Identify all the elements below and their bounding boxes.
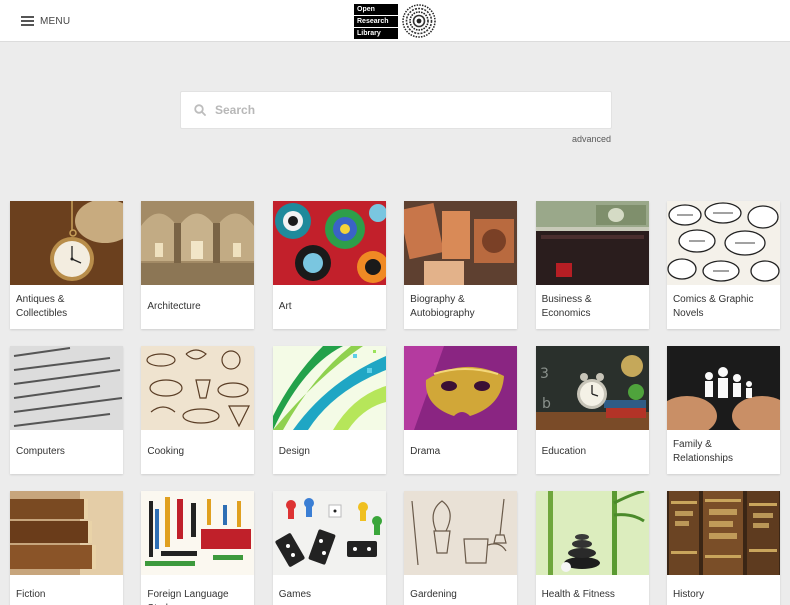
menu-button[interactable]: MENU bbox=[21, 13, 70, 29]
category-image bbox=[141, 201, 255, 285]
category-label: Drama bbox=[410, 446, 441, 457]
category-label: Business & Economics bbox=[541, 294, 592, 319]
category-image bbox=[272, 201, 386, 285]
category-image bbox=[141, 491, 255, 575]
logo-word-open: Open bbox=[354, 3, 398, 15]
advanced-search-link[interactable]: advanced bbox=[572, 134, 611, 144]
logo-word-library: Library bbox=[354, 27, 398, 39]
category-grid: Antiques & Collectibles Architecture Art… bbox=[10, 201, 780, 605]
top-bar: MENU Open Research Library bbox=[0, 0, 790, 42]
logo-wordmark: Open Research Library bbox=[354, 3, 398, 39]
spiral-logo-icon bbox=[402, 4, 436, 38]
category-image bbox=[10, 201, 123, 285]
category-tile[interactable]: Cooking bbox=[141, 346, 255, 474]
category-image bbox=[535, 201, 649, 285]
category-image: 3 b bbox=[535, 346, 649, 430]
category-image bbox=[272, 491, 386, 575]
category-tile[interactable]: Design bbox=[272, 346, 386, 474]
svg-text:3: 3 bbox=[540, 366, 549, 382]
category-tile[interactable]: Health & Fitness bbox=[535, 491, 649, 605]
category-label: Cooking bbox=[147, 446, 185, 457]
category-tile[interactable]: 3 b Education bbox=[535, 346, 649, 474]
menu-label: MENU bbox=[40, 15, 71, 27]
category-tile[interactable]: Business & Economics bbox=[535, 201, 649, 329]
category-image bbox=[535, 491, 649, 575]
category-tile[interactable]: Comics & Graphic Novels bbox=[666, 201, 780, 329]
search-bar bbox=[180, 91, 612, 129]
category-label: Family & Relationships bbox=[672, 439, 733, 464]
category-label: Art bbox=[278, 301, 292, 312]
category-image bbox=[666, 346, 780, 430]
category-image bbox=[10, 491, 123, 575]
category-label: Antiques & Collectibles bbox=[16, 294, 68, 319]
search-icon bbox=[194, 104, 206, 116]
category-image bbox=[404, 346, 518, 430]
category-tile[interactable]: Gardening bbox=[404, 491, 518, 605]
category-tile[interactable]: Games bbox=[272, 491, 386, 605]
category-label: Education bbox=[541, 446, 587, 457]
category-tile[interactable]: Drama bbox=[404, 346, 518, 474]
site-logo[interactable]: Open Research Library bbox=[354, 1, 437, 41]
category-image bbox=[404, 201, 518, 285]
search-input[interactable] bbox=[215, 103, 595, 117]
category-label: Gardening bbox=[410, 589, 457, 600]
category-image bbox=[666, 491, 780, 575]
category-label: Games bbox=[278, 589, 312, 600]
category-image bbox=[141, 346, 255, 430]
category-image bbox=[404, 491, 518, 575]
category-label: Architecture bbox=[147, 301, 201, 312]
category-label: Health & Fitness bbox=[541, 589, 615, 600]
category-tile[interactable]: Family & Relationships bbox=[666, 346, 780, 474]
category-image bbox=[666, 201, 780, 285]
svg-text:b: b bbox=[542, 396, 551, 412]
category-label: Biography & Autobiography bbox=[410, 294, 475, 319]
category-image bbox=[272, 346, 386, 430]
category-label: Comics & Graphic Novels bbox=[672, 294, 754, 319]
category-label: Fiction bbox=[16, 589, 46, 600]
category-tile[interactable]: Fiction bbox=[10, 491, 123, 605]
category-tile[interactable]: Art bbox=[272, 201, 386, 329]
logo-word-research: Research bbox=[354, 15, 398, 27]
category-tile[interactable]: Architecture bbox=[141, 201, 255, 329]
category-tile[interactable]: Computers bbox=[10, 346, 123, 474]
category-image bbox=[10, 346, 123, 430]
category-tile[interactable]: Foreign Language Study bbox=[141, 491, 255, 605]
category-label: History bbox=[672, 589, 705, 600]
category-label: Computers bbox=[16, 446, 65, 457]
category-label: Foreign Language Study bbox=[147, 589, 229, 605]
hamburger-icon bbox=[21, 16, 34, 26]
category-tile[interactable]: Antiques & Collectibles bbox=[10, 201, 123, 329]
category-label: Design bbox=[278, 446, 310, 457]
category-tile[interactable]: Biography & Autobiography bbox=[404, 201, 518, 329]
category-tile[interactable]: History bbox=[666, 491, 780, 605]
